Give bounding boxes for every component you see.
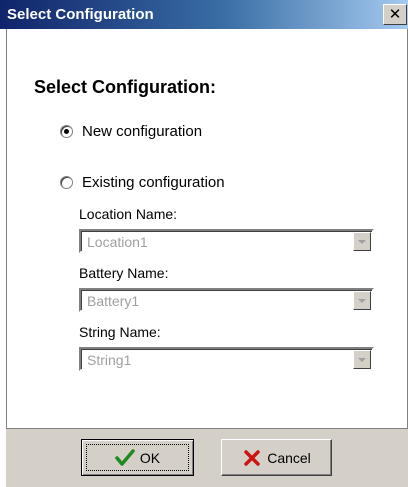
focus-ring xyxy=(86,444,189,471)
title-bar: Select Configuration ✕ xyxy=(0,0,408,29)
radio-button[interactable] xyxy=(60,175,73,189)
cancel-label: Cancel xyxy=(267,449,311,466)
battery-name-dropdown[interactable]: Battery1 xyxy=(79,288,374,312)
location-name-dropdown[interactable]: Location1 xyxy=(79,229,374,253)
cancel-button[interactable]: Cancel xyxy=(221,439,332,476)
chevron-down-icon[interactable] xyxy=(353,232,371,251)
radio-new-configuration[interactable]: New configuration xyxy=(60,121,202,141)
string-name-value: String1 xyxy=(87,352,132,368)
radio-button[interactable] xyxy=(60,124,73,138)
radio-label: Existing configuration xyxy=(82,173,225,191)
radio-existing-configuration[interactable]: Existing configuration xyxy=(60,172,225,192)
radio-label: New configuration xyxy=(82,122,203,140)
location-name-label: Location Name: xyxy=(79,206,178,222)
chevron-down-icon[interactable] xyxy=(353,350,371,369)
button-bar: OK Cancel xyxy=(6,429,408,487)
string-name-label: String Name: xyxy=(79,324,161,340)
ok-button[interactable]: OK xyxy=(81,439,194,476)
chevron-down-icon[interactable] xyxy=(353,291,371,310)
location-name-value: Location1 xyxy=(87,234,148,250)
close-button[interactable]: ✕ xyxy=(383,4,407,25)
battery-name-value: Battery1 xyxy=(87,293,140,309)
window-title: Select Configuration xyxy=(7,6,154,23)
battery-name-label: Battery Name: xyxy=(79,265,169,281)
string-name-dropdown[interactable]: String1 xyxy=(79,347,374,371)
close-icon: ✕ xyxy=(388,5,402,23)
page-heading: Select Configuration: xyxy=(34,77,217,97)
red-x-icon xyxy=(244,449,260,466)
